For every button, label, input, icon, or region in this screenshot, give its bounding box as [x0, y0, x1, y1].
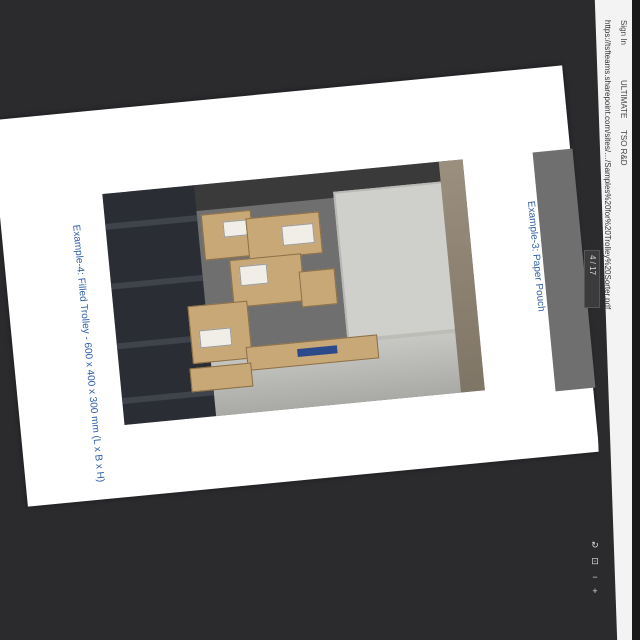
pdf-page: Example-4: Filled Trolley - 600 x 400 x … [0, 65, 600, 507]
parcel-box [298, 268, 338, 308]
rotate-icon[interactable]: ↻ [590, 540, 600, 550]
shipping-label [238, 263, 269, 287]
minus-icon[interactable]: − [590, 572, 600, 582]
window-edge [632, 0, 640, 640]
parcel-box [187, 300, 253, 365]
page-number-field[interactable]: 4 / 17 [584, 250, 600, 308]
fit-page-icon[interactable]: ⊡ [590, 556, 600, 566]
box-print [297, 345, 338, 358]
tab-2[interactable]: ULTIMATE [619, 80, 628, 118]
tab-3[interactable]: TSO R&D [619, 130, 628, 166]
plus-icon[interactable]: + [590, 586, 600, 596]
shipping-label [198, 327, 233, 349]
parcel-box [245, 211, 323, 261]
frame-rung [110, 274, 204, 290]
trolley-photo [102, 159, 485, 425]
pdf-viewer: Example-4: Filled Trolley - 600 x 400 x … [0, 0, 640, 640]
tab-1[interactable]: Sign In [619, 20, 628, 45]
caption-example-4: Example-4: Filled Trolley - 600 x 400 x … [70, 224, 106, 483]
frame-rung [105, 215, 198, 230]
address-bar[interactable]: https://tsfteams.sharepoint.com/sites/…/… [603, 20, 612, 309]
shipping-label [222, 219, 248, 238]
shipping-label [281, 222, 315, 246]
page-number-text: 4 / 17 [588, 255, 597, 276]
parcel-box [229, 253, 306, 308]
